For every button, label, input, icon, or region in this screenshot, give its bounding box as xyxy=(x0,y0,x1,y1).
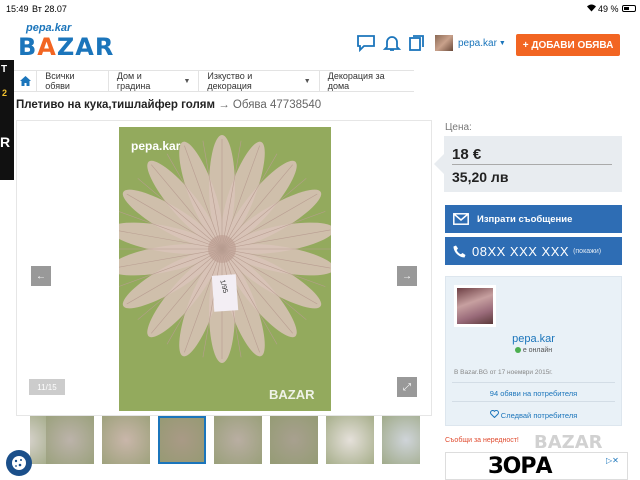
cookie-icon xyxy=(12,456,26,470)
next-photo-button[interactable]: → xyxy=(397,266,417,286)
main-photo[interactable]: pepa.kar 1/95 BAZAR xyxy=(119,127,331,411)
price-box: 18 € 35,20 лв xyxy=(434,136,622,192)
home-icon[interactable] xyxy=(14,71,38,91)
price-divider xyxy=(452,164,612,165)
thumbnail[interactable] xyxy=(46,416,94,464)
chevron-down-icon: ▼ xyxy=(303,77,311,85)
listing-id: → Обява 47738540 xyxy=(218,99,322,111)
left-ad-text-1: T xyxy=(1,64,8,75)
arrow-right-icon: → xyxy=(402,270,412,282)
chevron-down-icon: ▼ xyxy=(498,39,506,47)
heart-icon xyxy=(489,409,499,419)
site-header: pepa.kar BAZAR pepa.kar ▼ + ДОБАВИ ОБЯВА xyxy=(0,18,640,68)
online-dot-icon xyxy=(514,347,521,354)
thumbnail[interactable] xyxy=(326,416,374,464)
battery-percent: 49 % xyxy=(598,4,619,14)
logo-text: BAZAR xyxy=(18,33,115,61)
listing-title: Плетиво на кука,тишлайфер голям → Обява … xyxy=(16,99,321,111)
price-tag-note: 1/95 xyxy=(211,274,239,312)
follow-seller-button[interactable]: Следвай потребителя xyxy=(446,409,621,420)
thumbnail-strip xyxy=(30,416,420,468)
bell-icon[interactable] xyxy=(382,34,402,52)
left-ad-text-3: R xyxy=(0,134,11,150)
doily-image xyxy=(119,127,331,411)
photo-watermark: pepa.kar xyxy=(131,139,181,153)
chevron-down-icon: ▼ xyxy=(183,77,191,85)
fullscreen-icon[interactable]: ⤢ xyxy=(397,377,417,397)
zora-logo: ЗОРА xyxy=(488,454,552,479)
send-message-label: Изпрати съобщение xyxy=(477,213,573,225)
chat-icon[interactable] xyxy=(356,34,376,52)
thumbnail[interactable] xyxy=(382,416,420,464)
left-ad-strip[interactable]: T 2 R xyxy=(0,60,14,180)
photo-brand-watermark: BAZAR xyxy=(269,387,315,402)
thumbnail[interactable] xyxy=(270,416,318,464)
phone-show-label: (покажи) xyxy=(573,247,602,255)
bazar-overlay-logo: BAZAR xyxy=(534,432,603,453)
phone-number: 08XX XXX XXX xyxy=(472,243,570,259)
seller-avatar[interactable] xyxy=(454,285,496,327)
seller-card: pepa.kar е онлайн В Bazar.BG от 17 ноемв… xyxy=(445,276,622,426)
seller-ads-link[interactable]: 94 обяви на потребителя xyxy=(446,389,621,398)
envelope-icon xyxy=(453,213,469,225)
price-bgn: 35,20 лв xyxy=(452,169,509,185)
price-eur: 18 € xyxy=(452,146,482,163)
breadcrumb-all-ads[interactable]: Всички обяви xyxy=(37,71,109,91)
thumbnail[interactable] xyxy=(102,416,150,464)
status-date: Вт 28.07 xyxy=(32,4,67,14)
phone-icon xyxy=(453,245,466,257)
report-link[interactable]: Съобщи за нередност! xyxy=(445,437,519,444)
arrow-left-icon: ← xyxy=(36,270,46,282)
breadcrumb-home-garden[interactable]: Дом и градина ▼ xyxy=(109,71,200,91)
price-label: Цена: xyxy=(445,122,472,133)
breadcrumb-art-decor[interactable]: Изкуство и декорация ▼ xyxy=(199,71,320,91)
add-listing-button[interactable]: + ДОБАВИ ОБЯВА xyxy=(516,34,620,56)
send-message-button[interactable]: Изпрати съобщение xyxy=(445,205,622,233)
prev-photo-button[interactable]: ← xyxy=(31,266,51,286)
adchoices-icon[interactable]: ▷✕ xyxy=(606,456,619,465)
photo-gallery: pepa.kar 1/95 BAZAR ← → 11/15 ⤢ xyxy=(16,120,432,416)
breadcrumb-home-decor[interactable]: Декорация за дома xyxy=(320,71,414,91)
listing-title-text: Плетиво на кука,тишлайфер голям xyxy=(16,99,216,111)
show-phone-button[interactable]: 08XX XXX XXX (покажи) xyxy=(445,237,622,265)
breadcrumb: Всички обяви Дом и градина ▼ Изкуство и д… xyxy=(14,70,414,92)
thumbnail[interactable] xyxy=(158,416,206,464)
wifi-icon xyxy=(587,4,596,12)
seller-since: В Bazar.BG от 17 ноември 2015г. xyxy=(454,369,553,376)
divider xyxy=(452,401,615,402)
seller-status: е онлайн xyxy=(446,347,621,354)
divider xyxy=(452,382,615,383)
cookie-settings-button[interactable] xyxy=(6,450,32,476)
status-bar: 15:49 Вт 28.07 49 % xyxy=(0,0,640,18)
battery-icon xyxy=(622,5,636,12)
documents-icon[interactable] xyxy=(407,34,427,52)
zora-ad-banner[interactable]: ЗОРА xyxy=(445,452,628,480)
user-menu[interactable]: pepa.kar ▼ xyxy=(435,34,506,52)
seller-name[interactable]: pepa.kar xyxy=(446,333,621,345)
photo-counter: 11/15 xyxy=(29,379,65,395)
bazar-logo[interactable]: pepa.kar BAZAR xyxy=(16,22,124,62)
user-name: pepa.kar xyxy=(458,37,497,49)
thumbnail[interactable] xyxy=(214,416,262,464)
status-time: 15:49 xyxy=(6,4,29,14)
left-ad-text-2: 2 xyxy=(2,88,8,98)
user-avatar xyxy=(435,35,453,51)
